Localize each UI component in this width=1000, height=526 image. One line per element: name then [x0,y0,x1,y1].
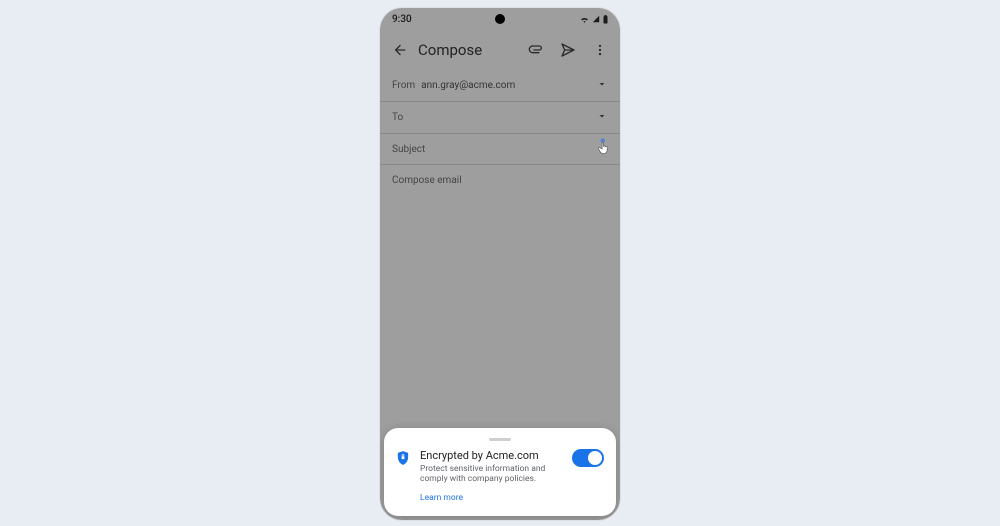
to-expand[interactable] [596,110,608,125]
to-label: To [392,112,403,123]
arrow-left-icon [392,42,408,58]
phone-frame: 9:30 Compose Fro [380,8,620,520]
tap-cursor [596,138,612,159]
to-row[interactable]: To [380,102,620,134]
sheet-subtitle: Protect sensitive information and comply… [420,464,562,485]
body-area[interactable]: Compose email [380,165,620,413]
pointer-hand-icon [596,138,612,156]
front-camera-hole [495,14,505,24]
from-label: From [392,80,415,91]
back-button[interactable] [384,34,416,66]
compose-app-bar: Compose [380,30,620,70]
send-button[interactable] [552,34,584,66]
from-row[interactable]: From ann.gray@acme.com [380,70,620,102]
from-expand[interactable] [596,78,608,93]
app-bar-title: Compose [418,41,520,59]
wifi-icon [580,15,589,23]
send-icon [560,42,576,58]
toggle-knob [588,451,602,465]
attachment-icon [528,42,544,58]
encryption-toggle[interactable] [572,449,604,467]
subject-row[interactable]: Subject [380,134,620,165]
stage: 9:30 Compose Fro [0,0,1000,526]
from-value: ann.gray@acme.com [421,80,515,91]
body-placeholder: Compose email [392,175,462,186]
chevron-down-icon [596,78,608,90]
learn-more-link[interactable]: Learn more [420,493,463,503]
status-clock: 9:30 [392,14,412,25]
status-icons [580,15,608,24]
attach-button[interactable] [520,34,552,66]
status-bar: 9:30 [380,8,620,30]
sheet-drag-handle[interactable] [489,438,511,441]
encryption-bottom-sheet: Encrypted by Acme.com Protect sensitive … [384,428,616,516]
chevron-down-icon [596,110,608,122]
shield-icon [396,450,410,470]
subject-placeholder: Subject [392,144,425,155]
overflow-menu-button[interactable] [584,34,616,66]
cellular-icon [592,15,600,23]
battery-icon [603,15,608,24]
sheet-title: Encrypted by Acme.com [420,449,562,462]
more-vert-icon [593,43,607,57]
